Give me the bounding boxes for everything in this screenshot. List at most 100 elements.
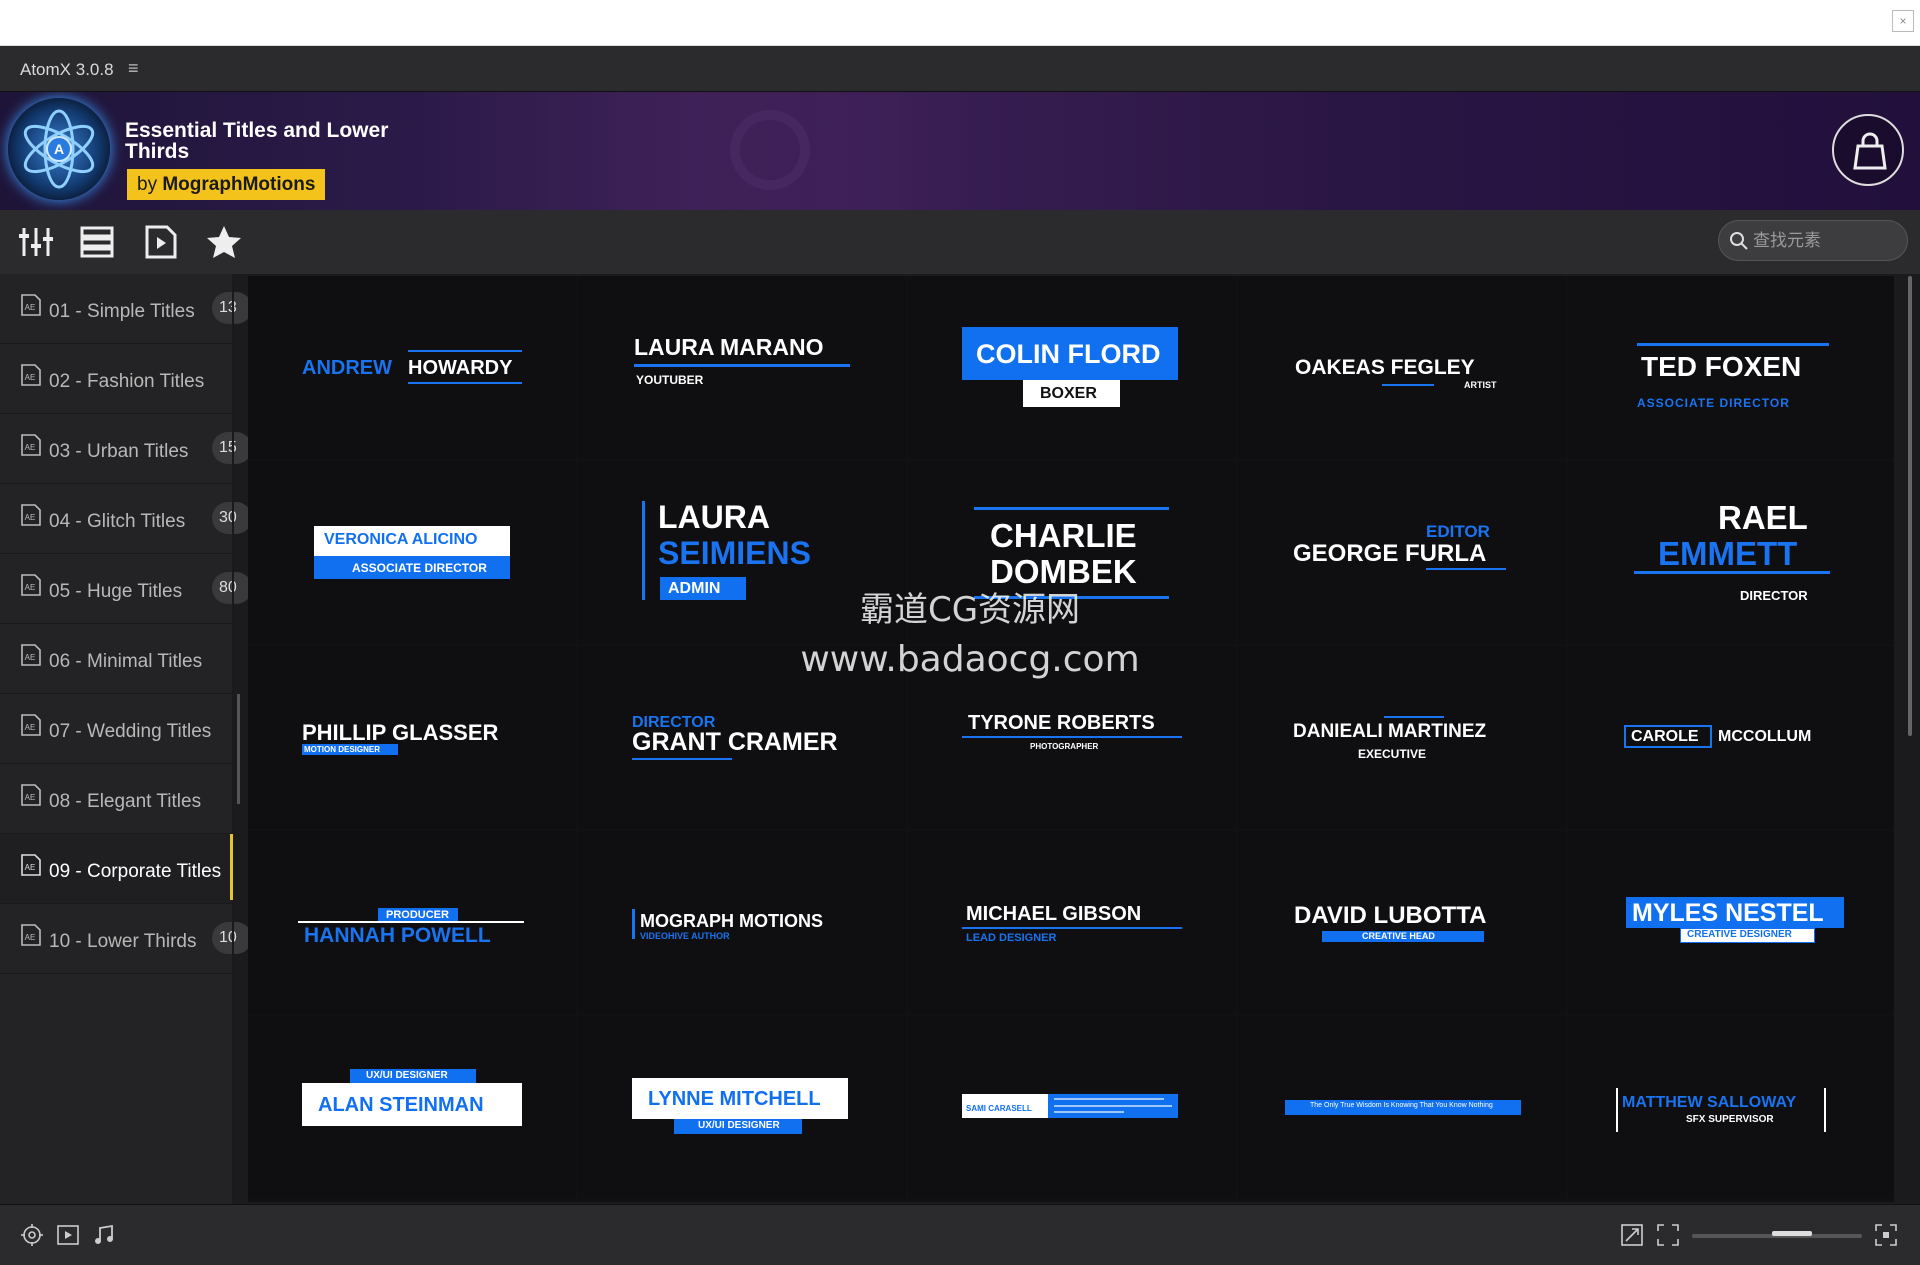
fullscreen-icon[interactable]	[1656, 1223, 1680, 1247]
tile-rule	[298, 921, 524, 923]
active-item-marker	[230, 834, 233, 900]
tile-rule	[632, 758, 732, 760]
fit-icon[interactable]	[1620, 1223, 1644, 1247]
svg-text:AE: AE	[25, 723, 36, 732]
preset-tile[interactable]: MATTHEW SALLOWAY SFX SUPERVISOR	[1568, 1016, 1894, 1199]
preset-tile[interactable]: MOGRAPH MOTIONS VIDEOHIVE AUTHOR	[578, 831, 906, 1014]
tile-name-first: RAEL	[1718, 499, 1808, 536]
tile-name-last: MCCOLLUM	[1718, 728, 1812, 745]
bottom-bar	[0, 1204, 1920, 1265]
shop-bag-button[interactable]	[1832, 114, 1904, 186]
preset-tile[interactable]: VERONICA ALICINO ASSOCIATE DIRECTOR	[248, 461, 576, 644]
banner-background-ring	[730, 110, 810, 190]
preset-tile[interactable]: ANDREW HOWARDY	[248, 276, 576, 459]
ae-file-icon: AE	[21, 924, 41, 946]
preset-tile[interactable]: COLIN FLORD BOXER	[908, 276, 1236, 459]
video-preview-icon[interactable]	[56, 1223, 80, 1247]
sidebar-divider	[232, 274, 234, 1204]
svg-text:AE: AE	[25, 933, 36, 942]
sidebar-item-glitch-titles[interactable]: AE 04 - Glitch Titles 30	[0, 484, 252, 554]
tile-name-first: CAROLE	[1631, 728, 1699, 745]
tile-role: CREATIVE DESIGNER	[1687, 929, 1792, 940]
preset-tile[interactable]: RAEL EMMETT DIRECTOR	[1568, 461, 1894, 644]
sidebar-item-lower-thirds[interactable]: AE 10 - Lower Thirds 10	[0, 904, 252, 974]
sidebar-item-label: 04 - Glitch Titles	[49, 511, 186, 532]
search-box[interactable]	[1718, 220, 1908, 261]
preset-tile[interactable]: DANIEALI MARTINEZ EXECUTIVE	[1238, 646, 1566, 829]
sidebar-item-minimal-titles[interactable]: AE 06 - Minimal Titles	[0, 624, 234, 694]
svg-text:AE: AE	[25, 513, 36, 522]
tile-name: MICHAEL GIBSON	[966, 903, 1142, 925]
tile-role: BOXER	[1040, 385, 1097, 402]
pack-banner: A Essential Titles and Lower Thirds by M…	[0, 92, 1920, 210]
list-view-icon[interactable]	[78, 224, 118, 260]
ae-file-icon: AE	[21, 854, 41, 876]
thumbnail-size-slider[interactable]	[1692, 1231, 1862, 1238]
tile-name: SAMI CARASELL	[966, 1104, 1032, 1113]
tile-name: GRANT CRAMER	[632, 728, 838, 756]
music-note-icon[interactable]	[92, 1223, 116, 1247]
preset-tile[interactable]: PRODUCER HANNAH POWELL	[248, 831, 576, 1014]
search-input[interactable]	[1753, 229, 1893, 253]
preset-tile[interactable]: DAVID LUBOTTA CREATIVE HEAD	[1238, 831, 1566, 1014]
window-close-button[interactable]: ×	[1892, 10, 1914, 32]
grid-scrollbar-thumb[interactable]	[1908, 276, 1912, 736]
hamburger-menu-icon[interactable]: ≡	[128, 58, 139, 79]
tile-name: DAVID LUBOTTA	[1294, 902, 1487, 929]
tile-rule	[1384, 716, 1444, 718]
preset-tile[interactable]: TED FOXEN ASSOCIATE DIRECTOR	[1568, 276, 1894, 459]
preset-tile[interactable]: PHILLIP GLASSER MOTION DESIGNER	[248, 646, 576, 829]
grid-view-icon[interactable]	[1874, 1223, 1898, 1247]
sidebar-item-huge-titles[interactable]: AE 05 - Huge Titles 80	[0, 554, 252, 624]
sidebar-item-simple-titles[interactable]: AE 01 - Simple Titles 13	[0, 274, 252, 344]
preset-tile[interactable]: MYLES NESTEL CREATIVE DESIGNER	[1568, 831, 1894, 1014]
sidebar-item-urban-titles[interactable]: AE 03 - Urban Titles 15	[0, 414, 252, 484]
preset-tile[interactable]: MICHAEL GIBSON LEAD DESIGNER	[908, 831, 1236, 1014]
preset-tile[interactable]: The Only True Wisdom Is Knowing That You…	[1238, 1016, 1566, 1199]
preset-tile[interactable]: SAMI CARASELL	[908, 1016, 1236, 1199]
preset-tile[interactable]: LAURA MARANO YOUTUBER	[578, 276, 906, 459]
tile-rule	[962, 736, 1182, 738]
preset-tile[interactable]: EDITOR GEORGE FURLA	[1238, 461, 1566, 644]
preset-tile[interactable]: OAKEAS FEGLEY ARTIST	[1238, 276, 1566, 459]
watermark-line2: www.badaocg.com	[800, 639, 1140, 680]
target-icon[interactable]	[20, 1223, 44, 1247]
star-icon[interactable]	[204, 224, 244, 260]
sidebar-item-fashion-titles[interactable]: AE 02 - Fashion Titles	[0, 344, 234, 414]
ae-file-icon: AE	[21, 504, 41, 526]
tile-name: LYNNE MITCHELL	[648, 1088, 821, 1110]
author-badge[interactable]: by MographMotions	[127, 169, 326, 200]
svg-text:AE: AE	[25, 443, 36, 452]
tile-rule	[974, 507, 1169, 510]
tile-role: UX/UI DESIGNER	[698, 1120, 780, 1131]
preset-tile[interactable]: UX/UI DESIGNER ALAN STEINMAN	[248, 1016, 576, 1199]
slider-knob[interactable]	[1772, 1231, 1812, 1236]
tile-rule	[634, 364, 850, 367]
grid-scrollbar[interactable]	[1906, 276, 1914, 1202]
svg-text:AE: AE	[25, 373, 36, 382]
sidebar-scrollbar[interactable]	[237, 694, 240, 804]
pack-title: Essential Titles and Lower Thirds	[125, 119, 389, 163]
preset-tile[interactable]: LYNNE MITCHELL UX/UI DESIGNER	[578, 1016, 906, 1199]
sidebar-item-wedding-titles[interactable]: AE 07 - Wedding Titles	[0, 694, 234, 764]
sidebar-item-label: 10 - Lower Thirds	[49, 931, 197, 952]
tile-name: MYLES NESTEL	[1632, 899, 1824, 927]
sidebar-item-label: 09 - Corporate Titles	[49, 861, 222, 882]
sliders-icon[interactable]	[16, 224, 56, 260]
tile-role: ASSOCIATE DIRECTOR	[1637, 396, 1790, 410]
tile-name: OAKEAS FEGLEY	[1295, 356, 1475, 379]
tile-name: MATTHEW SALLOWAY	[1622, 1094, 1797, 1111]
main-toolbar	[0, 210, 1920, 274]
tile-rule	[1382, 384, 1434, 386]
tile-role: PRODUCER	[386, 909, 449, 921]
sidebar-item-corporate-titles[interactable]: AE 09 - Corporate Titles	[0, 834, 234, 904]
preset-tile[interactable]: CAROLE MCCOLLUM	[1568, 646, 1894, 829]
sidebar-item-label: 01 - Simple Titles	[49, 301, 195, 322]
tile-rule	[962, 927, 1182, 929]
tile-name: MOGRAPH MOTIONS	[640, 911, 823, 931]
play-file-icon[interactable]	[142, 224, 182, 260]
tile-name: DANIEALI MARTINEZ	[1293, 721, 1487, 742]
ae-file-icon: AE	[21, 294, 41, 316]
sidebar-item-label: 05 - Huge Titles	[49, 581, 183, 602]
sidebar-item-elegant-titles[interactable]: AE 08 - Elegant Titles	[0, 764, 234, 834]
